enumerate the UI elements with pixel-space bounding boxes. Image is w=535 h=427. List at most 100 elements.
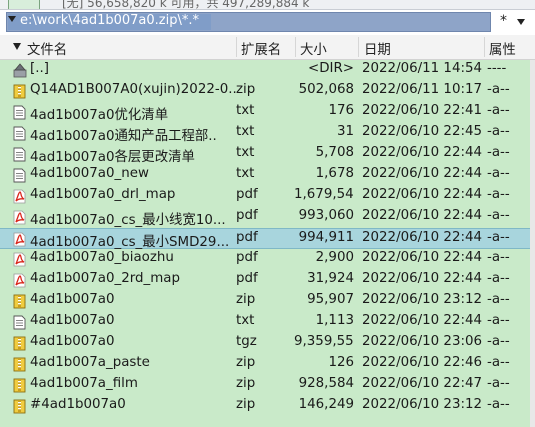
file-ext: zip (236, 292, 256, 307)
file-size: 5,708 (315, 145, 354, 160)
drive-free-space-text: [无] 56,658,820 k 可用，共 497,289,884 k (62, 0, 310, 10)
file-attr: -a-- (487, 103, 510, 118)
file-size: 31,924 (307, 271, 354, 286)
file-attr: -a-- (487, 334, 510, 349)
file-ext: pdf (236, 271, 258, 286)
filter-label[interactable]: * (500, 13, 507, 29)
list-item[interactable]: #4ad1b007a0 zip 146,249 2022/06/10 23:12 -a-… (0, 396, 530, 417)
file-attr: ---- (487, 61, 507, 76)
list-item[interactable]: 4ad1b007a0_biaozhu pdf 2,900 2022/06/10 22:… (0, 249, 530, 270)
list-item[interactable]: Q14AD1B007A0(xujin)2022-0.. zip 502,068 202… (0, 81, 530, 102)
file-date: 2022/06/11 10:17 (362, 82, 483, 97)
zip-icon (13, 378, 27, 393)
file-size: 176 (328, 103, 354, 118)
column-header: 文件名 扩展名 大小 日期 属性 (0, 35, 535, 60)
file-date: 2022/06/10 22:41 (362, 103, 483, 118)
chevron-down-icon[interactable] (8, 16, 16, 22)
file-ext: zip (236, 355, 256, 370)
list-item[interactable]: 4ad1b007a0 txt 1,113 2022/06/10 22:44 -a-- (0, 312, 530, 333)
list-item[interactable]: 4ad1b007a_film zip 928,584 2022/06/10 22:47… (0, 375, 530, 396)
drive-info-bar: [无] 56,658,820 k 可用，共 497,289,884 k (0, 0, 535, 10)
list-item[interactable]: [..] <DIR> 2022/06/11 14:54 ---- (0, 60, 530, 81)
file-attr: -a-- (487, 187, 510, 202)
file-attr: -a-- (487, 397, 510, 412)
current-path-text: e:\work\4ad1b007a0.zip\*.* (20, 13, 199, 28)
file-ext: zip (236, 376, 256, 391)
file-size: 994,911 (298, 230, 354, 245)
column-ext-header[interactable]: 扩展名 (241, 38, 281, 58)
drive-indicator[interactable] (8, 0, 40, 9)
file-name: 4ad1b007a0 (30, 313, 115, 328)
zip-icon (13, 399, 27, 414)
file-ext: txt (236, 103, 255, 118)
file-name: 4ad1b007a0_2rd_map (30, 271, 180, 286)
file-name: 4ad1b007a0 (30, 292, 115, 307)
file-date: 2022/06/10 22:44 (362, 250, 483, 265)
text-file-icon (13, 126, 27, 141)
file-date: 2022/06/10 22:44 (362, 187, 483, 202)
zip-icon (13, 357, 27, 372)
zip-icon (13, 294, 27, 309)
file-date: 2022/06/10 22:44 (362, 208, 483, 223)
file-attr: -a-- (487, 271, 510, 286)
file-size: <DIR> (307, 61, 354, 76)
list-item[interactable]: 4ad1b007a0 zip 95,907 2022/06/10 23:12 -a-- (0, 291, 530, 312)
file-name: 4ad1b007a0_new (30, 166, 149, 181)
list-item[interactable]: 4ad1b007a0优化清单 txt 176 2022/06/10 22:41 -a-- (0, 102, 530, 123)
scrollbar[interactable] (530, 60, 535, 427)
file-size: 1,113 (315, 313, 354, 328)
list-item[interactable]: 4ad1b007a0通知产品工程部.. txt 31 2022/06/10 22:45… (0, 123, 530, 144)
pdf-icon (13, 210, 27, 225)
column-size-header[interactable]: 大小 (300, 38, 327, 58)
file-ext: zip (236, 397, 256, 412)
file-size: 146,249 (298, 397, 354, 412)
file-size: 502,068 (298, 82, 354, 97)
text-file-icon (13, 105, 27, 120)
text-file-icon (13, 315, 27, 330)
column-attr-header[interactable]: 属性 (489, 38, 516, 58)
file-date: 2022/06/11 14:54 (362, 61, 483, 76)
file-size: 1,679,546 (294, 187, 354, 202)
file-ext: txt (236, 145, 255, 160)
file-name: 4ad1b007a0各层更改清单 (30, 150, 195, 165)
list-item[interactable]: 4ad1b007a0_drl_map pdf 1,679,546 2022/06/10… (0, 186, 530, 207)
file-attr: -a-- (487, 313, 510, 328)
column-date-header[interactable]: 日期 (364, 38, 391, 58)
file-ext: txt (236, 166, 255, 181)
file-ext: pdf (236, 250, 258, 265)
pdf-icon (13, 273, 27, 288)
file-size: 2,900 (315, 250, 354, 265)
file-date: 2022/06/10 22:44 (362, 313, 483, 328)
file-attr: -a-- (487, 208, 510, 223)
file-name: 4ad1b007a0_cs_最小SMD29... (30, 235, 230, 250)
list-item[interactable]: 4ad1b007a_paste zip 126 2022/06/10 22:46 -a-… (0, 354, 530, 375)
file-name: 4ad1b007a0_cs_最小线宽10... (30, 213, 226, 228)
text-file-icon (13, 147, 27, 162)
file-name: [..] (30, 61, 49, 76)
list-item[interactable]: 4ad1b007a0 tgz 9,359,558 2022/06/10 23:06 -a… (0, 333, 530, 354)
file-ext: txt (236, 124, 255, 139)
list-item[interactable]: 4ad1b007a0_new txt 1,678 2022/06/10 22:44 -a… (0, 165, 530, 186)
file-date: 2022/06/10 23:06 (362, 334, 483, 349)
list-item-selected[interactable]: 4ad1b007a0_cs_最小SMD29... pdf 994,911 2022/0… (0, 228, 530, 250)
path-bar[interactable]: e:\work\4ad1b007a0.zip\*.* * (0, 10, 535, 34)
file-date: 2022/06/10 23:12 (362, 397, 483, 412)
filter-dropdown-icon[interactable] (517, 19, 525, 25)
up-dir-icon (13, 63, 27, 78)
file-list[interactable]: [..] <DIR> 2022/06/11 14:54 ---- Q14AD1B007A… (0, 60, 530, 427)
list-item[interactable]: 4ad1b007a0_2rd_map pdf 31,924 2022/06/10 22… (0, 270, 530, 291)
file-attr: -a-- (487, 355, 510, 370)
file-name: 4ad1b007a0_biaozhu (30, 250, 174, 265)
list-item[interactable]: 4ad1b007a0_cs_最小线宽10... pdf 993,060 2022/06… (0, 207, 530, 228)
pdf-icon (13, 189, 27, 204)
pdf-icon (13, 232, 27, 247)
text-file-icon (13, 168, 27, 183)
file-name: Q14AD1B007A0(xujin)2022-0.. (30, 82, 236, 97)
list-item[interactable]: 4ad1b007a0各层更改清单 txt 5,708 2022/06/10 22:44… (0, 144, 530, 165)
column-name-header[interactable]: 文件名 (27, 38, 67, 58)
file-ext: pdf (236, 187, 258, 202)
sort-descending-icon (13, 43, 21, 50)
file-size: 9,359,558 (294, 334, 354, 349)
zip-icon (13, 84, 27, 99)
file-attr: -a-- (487, 292, 510, 307)
